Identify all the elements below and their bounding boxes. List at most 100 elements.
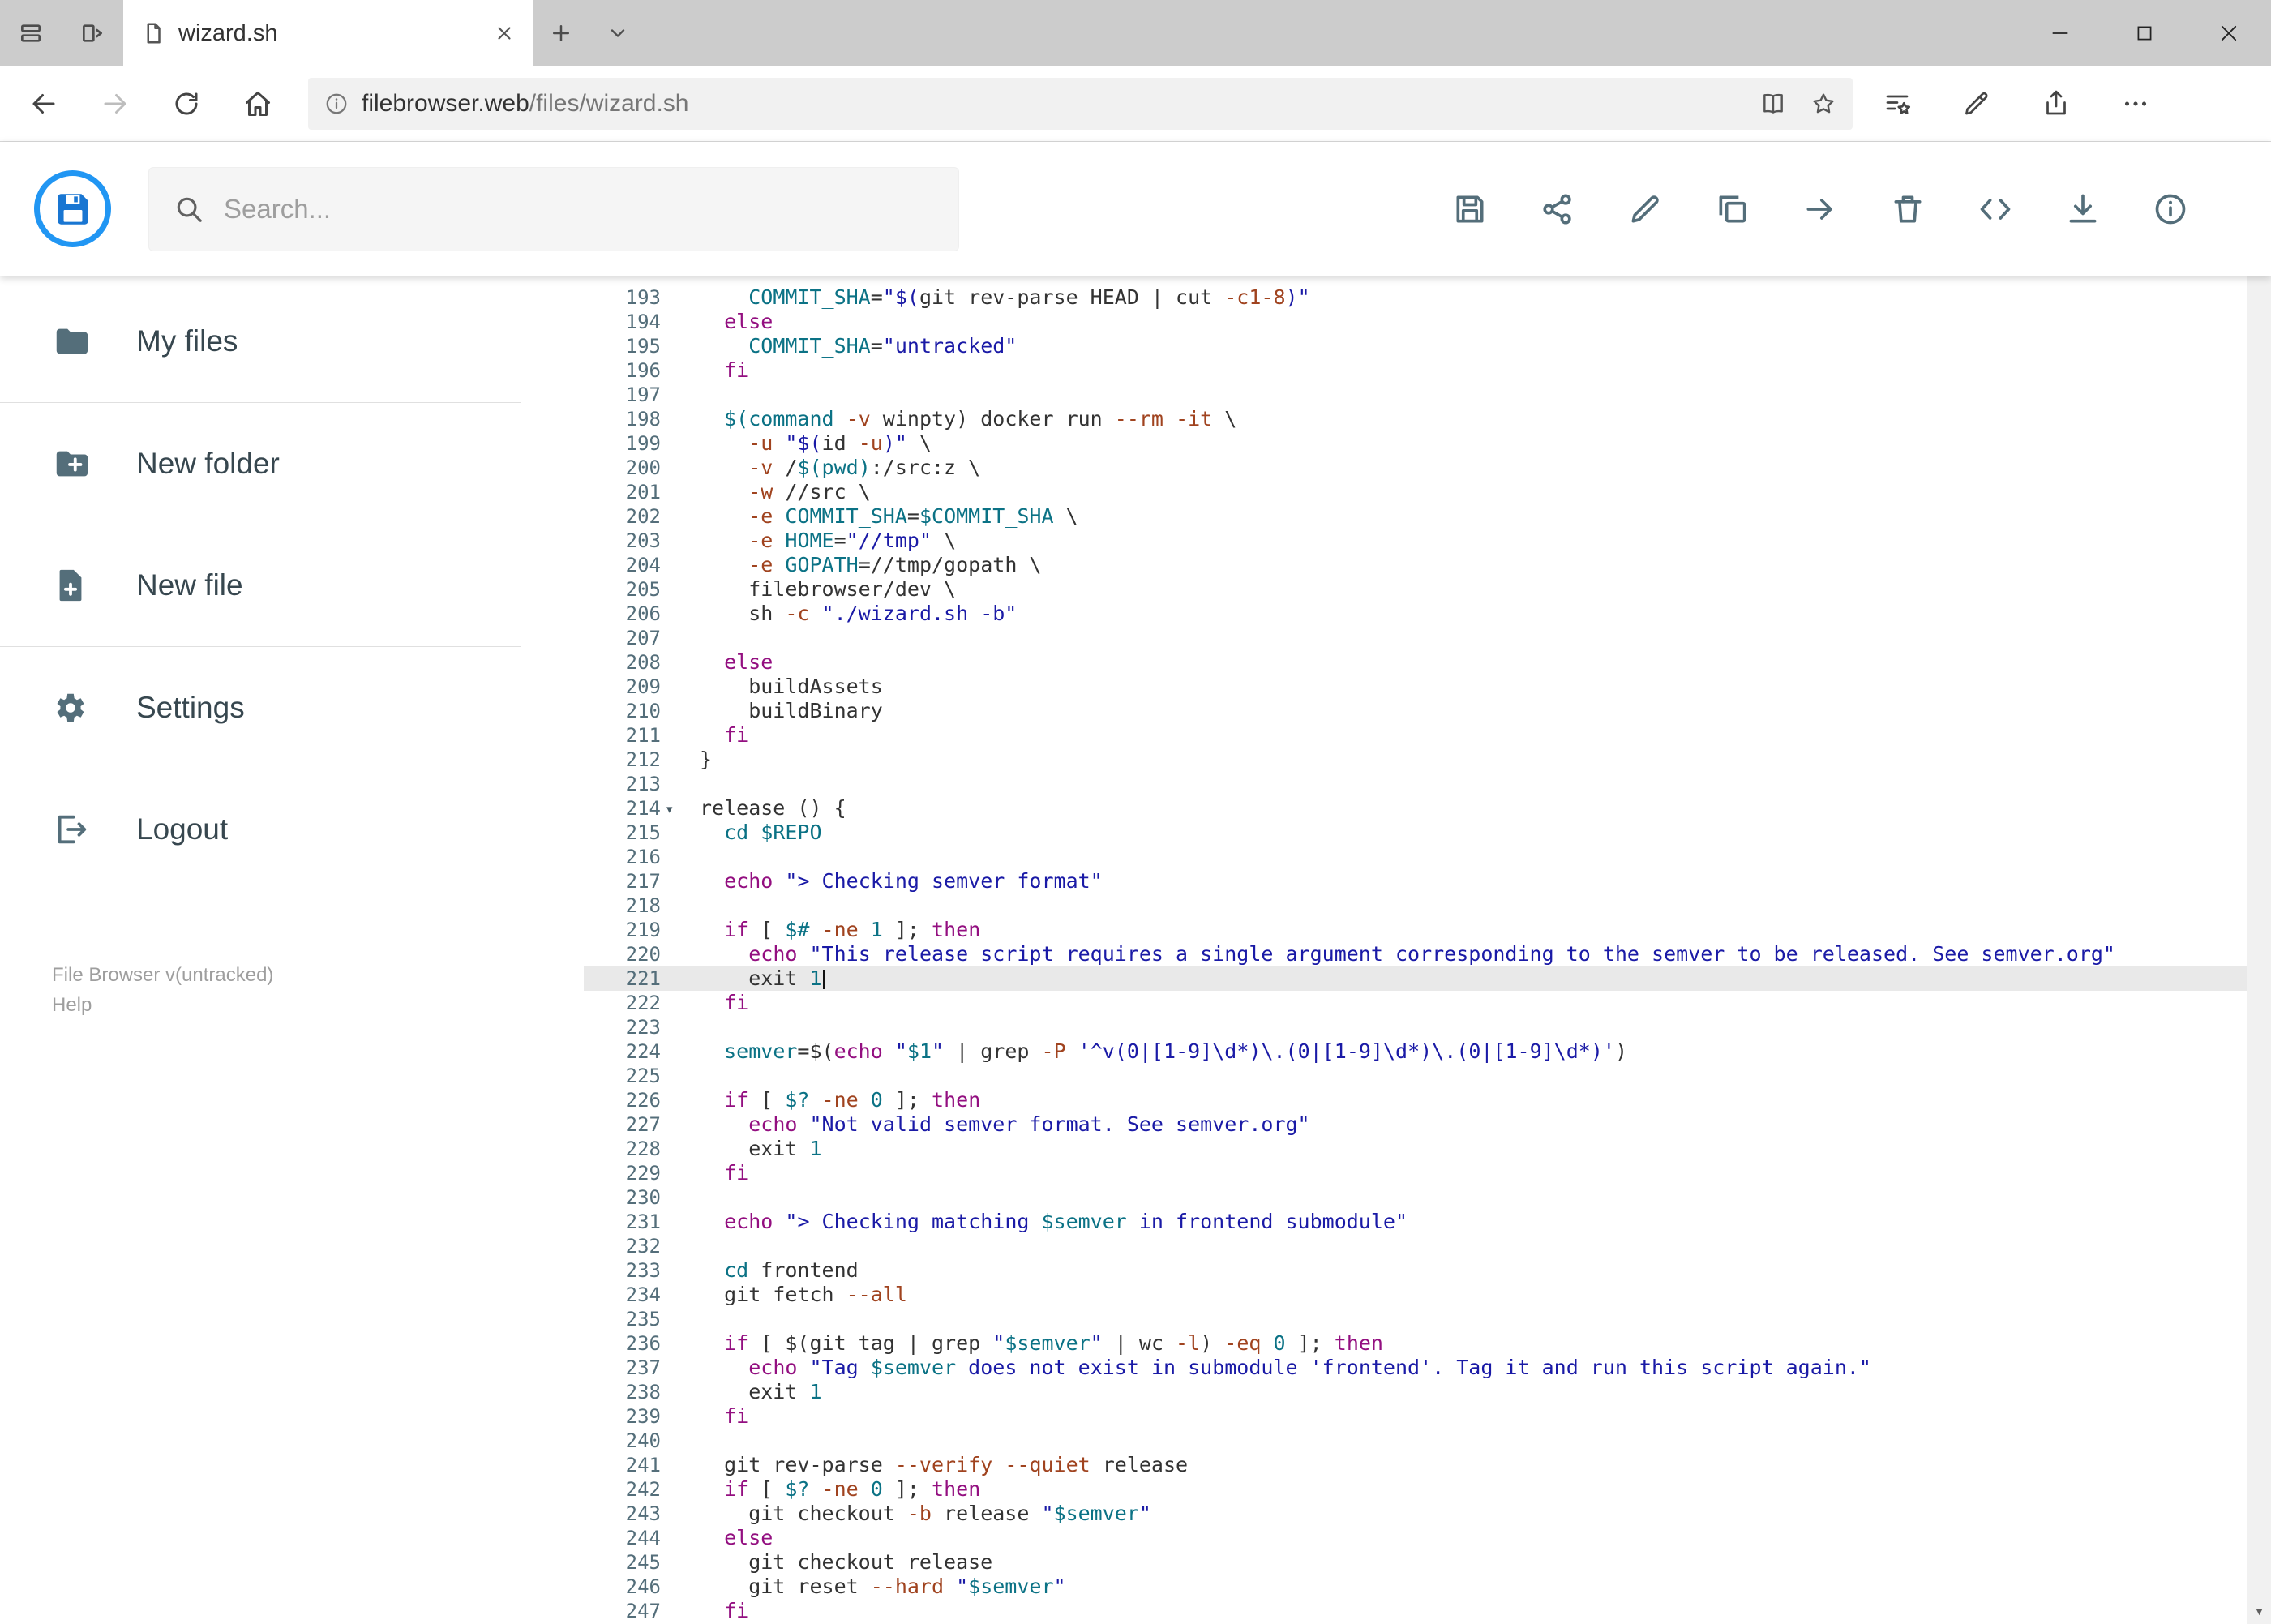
line-number[interactable]: 212 [584,748,661,772]
code-line[interactable]: 214 ▾ release () { [584,796,2271,821]
line-number[interactable]: 224 [584,1039,661,1064]
line-number[interactable]: 216 [584,845,661,869]
line-number[interactable]: 228 [584,1137,661,1161]
line-number[interactable]: 218 [584,893,661,918]
line-number[interactable]: 211 [584,723,661,748]
line-number[interactable]: 226 [584,1088,661,1112]
code-line[interactable]: 221 exit 1 [584,966,2271,991]
code-line[interactable]: 240 [584,1429,2271,1453]
home-button[interactable] [222,71,294,136]
line-number[interactable]: 194 [584,310,661,334]
line-number[interactable]: 219 [584,918,661,942]
code-line[interactable]: 193 COMMIT_SHA="$(git rev-parse HEAD | c… [584,285,2271,310]
line-number[interactable]: 243 [584,1502,661,1526]
refresh-button[interactable] [151,71,222,136]
line-number[interactable]: 198 [584,407,661,431]
code-line[interactable]: 232 [584,1234,2271,1258]
ink-notes-button[interactable] [1937,71,2016,136]
code-line[interactable]: 220 echo "This release script requires a… [584,942,2271,966]
line-number[interactable]: 231 [584,1210,661,1234]
line-number[interactable]: 209 [584,675,661,699]
code-line[interactable]: 241 git rev-parse --verify --quiet relea… [584,1453,2271,1477]
line-number[interactable]: 201 [584,480,661,504]
line-number[interactable]: 238 [584,1380,661,1404]
line-number[interactable]: 242 [584,1477,661,1502]
line-number[interactable]: 245 [584,1550,661,1575]
code-line[interactable]: 235 [584,1307,2271,1331]
code-line[interactable]: 224 semver=$(echo "$1" | grep -P '^v(0|[… [584,1039,2271,1064]
code-line[interactable]: 205 filebrowser/dev \ [584,577,2271,602]
sidebar-item-my-files[interactable]: My files [0,281,584,402]
share-page-button[interactable] [2016,71,2096,136]
code-line[interactable]: 230 [584,1185,2271,1210]
code-line[interactable]: 198 $(command -v winpty) docker run --rm… [584,407,2271,431]
sidebar-item-settings[interactable]: Settings [0,647,584,769]
code-line[interactable]: 244 else [584,1526,2271,1550]
code-line[interactable]: 234 git fetch --all [584,1283,2271,1307]
line-number[interactable]: 221 [584,966,661,991]
code-line[interactable]: 211 fi [584,723,2271,748]
line-number[interactable]: 199 [584,431,661,456]
line-number[interactable]: 193 [584,285,661,310]
code-view-button[interactable] [1977,191,2013,227]
line-number[interactable]: 241 [584,1453,661,1477]
line-number[interactable]: 203 [584,529,661,553]
line-number[interactable]: 223 [584,1015,661,1039]
code-line[interactable]: 196 fi [584,358,2271,383]
code-line[interactable]: 213 [584,772,2271,796]
info-button[interactable] [2153,191,2188,227]
code-line[interactable]: 219 if [ $# -ne 1 ]; then [584,918,2271,942]
code-line[interactable]: 210 buildBinary [584,699,2271,723]
help-link[interactable]: Help [52,990,584,1020]
line-number[interactable]: 213 [584,772,661,796]
download-button[interactable] [2065,191,2101,227]
code-line[interactable]: 194 else [584,310,2271,334]
code-line[interactable]: 227 echo "Not valid semver format. See s… [584,1112,2271,1137]
line-number[interactable]: 246 [584,1575,661,1599]
share-button[interactable] [1540,191,1575,227]
code-line[interactable]: 199 -u "$(id -u)" \ [584,431,2271,456]
address-bar[interactable]: filebrowser.web/files/wizard.sh [308,78,1853,130]
code-line[interactable]: 201 -w //src \ [584,480,2271,504]
search-input[interactable] [224,193,934,225]
code-line[interactable]: 225 [584,1064,2271,1088]
line-number[interactable]: 222 [584,991,661,1015]
code-line[interactable]: 215 cd $REPO [584,821,2271,845]
rename-button[interactable] [1627,191,1663,227]
favorite-star-icon[interactable] [1810,91,1836,117]
code-line[interactable]: 222 fi [584,991,2271,1015]
code-line[interactable]: 206 sh -c "./wizard.sh -b" [584,602,2271,626]
tab-preview-button[interactable] [0,0,62,66]
line-number[interactable]: 195 [584,334,661,358]
maximize-button[interactable] [2102,0,2187,66]
scroll-down-icon[interactable]: ▼ [2247,1598,2271,1624]
line-number[interactable]: 225 [584,1064,661,1088]
line-number[interactable]: 204 [584,553,661,577]
code-line[interactable]: 203 -e HOME="//tmp" \ [584,529,2271,553]
sidebar-item-logout[interactable]: Logout [0,769,584,890]
code-line[interactable]: 217 echo "> Checking semver format" [584,869,2271,893]
line-number[interactable]: 196 [584,358,661,383]
favorites-hub-button[interactable] [1858,71,1937,136]
copy-button[interactable] [1715,191,1750,227]
line-number[interactable]: 217 [584,869,661,893]
code-line[interactable]: 195 COMMIT_SHA="untracked" [584,334,2271,358]
line-number[interactable]: 215 [584,821,661,845]
line-number[interactable]: 230 [584,1185,661,1210]
code-line[interactable]: 202 -e COMMIT_SHA=$COMMIT_SHA \ [584,504,2271,529]
line-number[interactable]: 234 [584,1283,661,1307]
code-line[interactable]: 200 -v /$(pwd):/src:z \ [584,456,2271,480]
code-line[interactable]: 233 cd frontend [584,1258,2271,1283]
line-number[interactable]: 244 [584,1526,661,1550]
code-line[interactable]: 226 if [ $? -ne 0 ]; then [584,1088,2271,1112]
line-number[interactable]: 202 [584,504,661,529]
fold-toggle-icon[interactable]: ▾ [665,797,674,821]
reading-view-icon[interactable] [1760,91,1786,117]
code-editor[interactable]: 193 COMMIT_SHA="$(git rev-parse HEAD | c… [584,276,2271,1624]
line-number[interactable]: 210 [584,699,661,723]
code-line[interactable]: 207 [584,626,2271,650]
back-button[interactable] [8,71,79,136]
line-number[interactable]: 247 [584,1599,661,1623]
code-line[interactable]: 209 buildAssets [584,675,2271,699]
code-line[interactable]: 231 echo "> Checking matching $semver in… [584,1210,2271,1234]
